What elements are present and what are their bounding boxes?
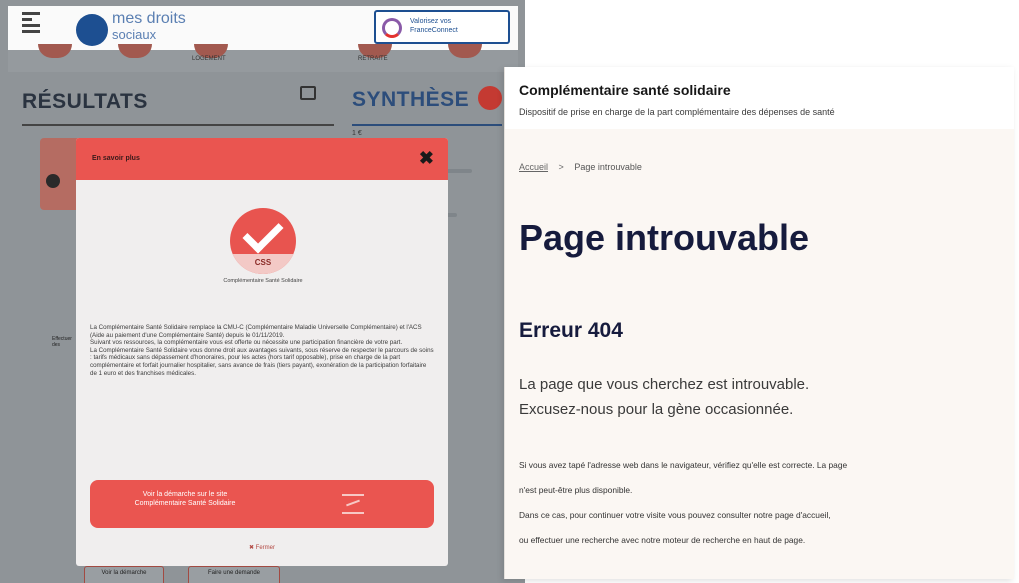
modal-paragraph: La Complémentaire Santé Solidaire rempla… xyxy=(90,324,422,339)
error-help-text: Si vous avez tapé l'adresse web dans le … xyxy=(519,453,989,553)
page-title: Page introuvable xyxy=(519,217,810,258)
nav-label-retraite[interactable]: RETRAITE xyxy=(358,56,388,62)
logo-caption: Complémentaire Santé Solidaire xyxy=(223,278,303,284)
step-indicator xyxy=(448,44,482,58)
site-header: Complémentaire santé solidaire Dispositi… xyxy=(505,67,1014,129)
breadcrumb-current: Page introuvable xyxy=(574,162,642,172)
background-demarche-button[interactable]: Voir la démarche xyxy=(84,566,164,583)
help-line: n'est peut-être plus disponible. xyxy=(519,485,633,495)
step-indicator xyxy=(118,44,152,58)
breadcrumb-separator-icon: > xyxy=(558,162,564,172)
modal-paragraph: La Complémentaire Santé Solidaire vous d… xyxy=(90,346,434,377)
checkmark-icon xyxy=(242,212,284,254)
close-link[interactable]: ✖ Fermer xyxy=(76,544,448,551)
site-subtitle: Dispositif de prise en charge de la part… xyxy=(519,107,835,117)
divider xyxy=(22,124,334,126)
site-header: mes droits sociaux Valorisez vos FranceC… xyxy=(8,6,518,50)
divider xyxy=(352,124,502,126)
error-code-heading: Erreur 404 xyxy=(519,319,623,342)
nav-label-logement[interactable]: LOGEMENT xyxy=(192,56,226,62)
franceconnect-icon xyxy=(382,18,402,38)
step-navigation: LOGEMENT RETRAITE xyxy=(8,44,518,72)
franceconnect-button[interactable]: Valorisez vos FranceConnect xyxy=(374,10,510,44)
help-line: ou effectuer une recherche avec notre mo… xyxy=(519,535,806,545)
mes-droits-sociaux-screenshot: mes droits sociaux Valorisez vos FranceC… xyxy=(0,0,525,583)
breadcrumb: Accueil > Page introuvable xyxy=(519,162,642,172)
lead-line: La page que vous cherchez est introuvabl… xyxy=(519,376,810,393)
modal-body: La Complémentaire Santé Solidaire rempla… xyxy=(90,324,434,377)
site-title[interactable]: Complémentaire santé solidaire xyxy=(519,82,731,98)
logo-abbreviation: CSS xyxy=(254,258,272,267)
voir-la-demarche-button[interactable]: Voir la démarche sur le site Complémenta… xyxy=(90,480,434,528)
error-lead-text: La page que vous cherchez est introuvabl… xyxy=(519,372,999,422)
en-savoir-plus-modal: En savoir plus ✖ CSS Complémentaire Sant… xyxy=(76,138,448,566)
print-icon[interactable] xyxy=(300,86,316,100)
lead-line: Excusez-nous pour la gène occasionnée. xyxy=(519,401,794,418)
modal-paragraph: Suivant vos ressources, la complémentair… xyxy=(90,339,403,347)
breadcrumb-home-link[interactable]: Accueil xyxy=(519,162,548,172)
synthesis-badge-icon xyxy=(478,86,502,110)
error-404-screenshot: Complémentaire santé solidaire Dispositi… xyxy=(504,67,1014,579)
info-icon[interactable] xyxy=(46,174,60,188)
close-icon[interactable]: ✖ xyxy=(419,149,434,167)
synthesis-amount: 1 € xyxy=(352,130,362,137)
franceconnect-label: Valorisez vos FranceConnect xyxy=(410,18,458,34)
help-line: Dans ce cas, pour continuer votre visite… xyxy=(519,510,831,520)
help-line: Si vous avez tapé l'adresse web dans le … xyxy=(519,460,848,470)
modal-title: En savoir plus xyxy=(92,155,140,162)
republique-francaise-logo xyxy=(22,12,40,42)
complementaire-sante-solidaire-logo: CSS xyxy=(230,208,296,274)
modal-header: En savoir plus ✖ xyxy=(76,138,448,180)
step-indicator xyxy=(38,44,72,58)
logo-text: mes droits xyxy=(112,10,186,27)
mes-droits-sociaux-logo-icon xyxy=(76,14,108,46)
logo-text-second-line: sociaux xyxy=(112,27,157,42)
background-label: Effectuer des xyxy=(52,336,72,348)
background-demande-button[interactable]: Faire une demande xyxy=(188,566,280,583)
external-link-icon xyxy=(342,494,364,514)
composite-screenshot: mes droits sociaux Valorisez vos FranceC… xyxy=(0,0,1019,583)
cta-label: Voir la démarche sur le site Complémenta… xyxy=(134,491,236,507)
synthesis-title: SYNTHÈSE xyxy=(352,88,470,111)
results-title: RÉSULTATS xyxy=(22,90,148,113)
